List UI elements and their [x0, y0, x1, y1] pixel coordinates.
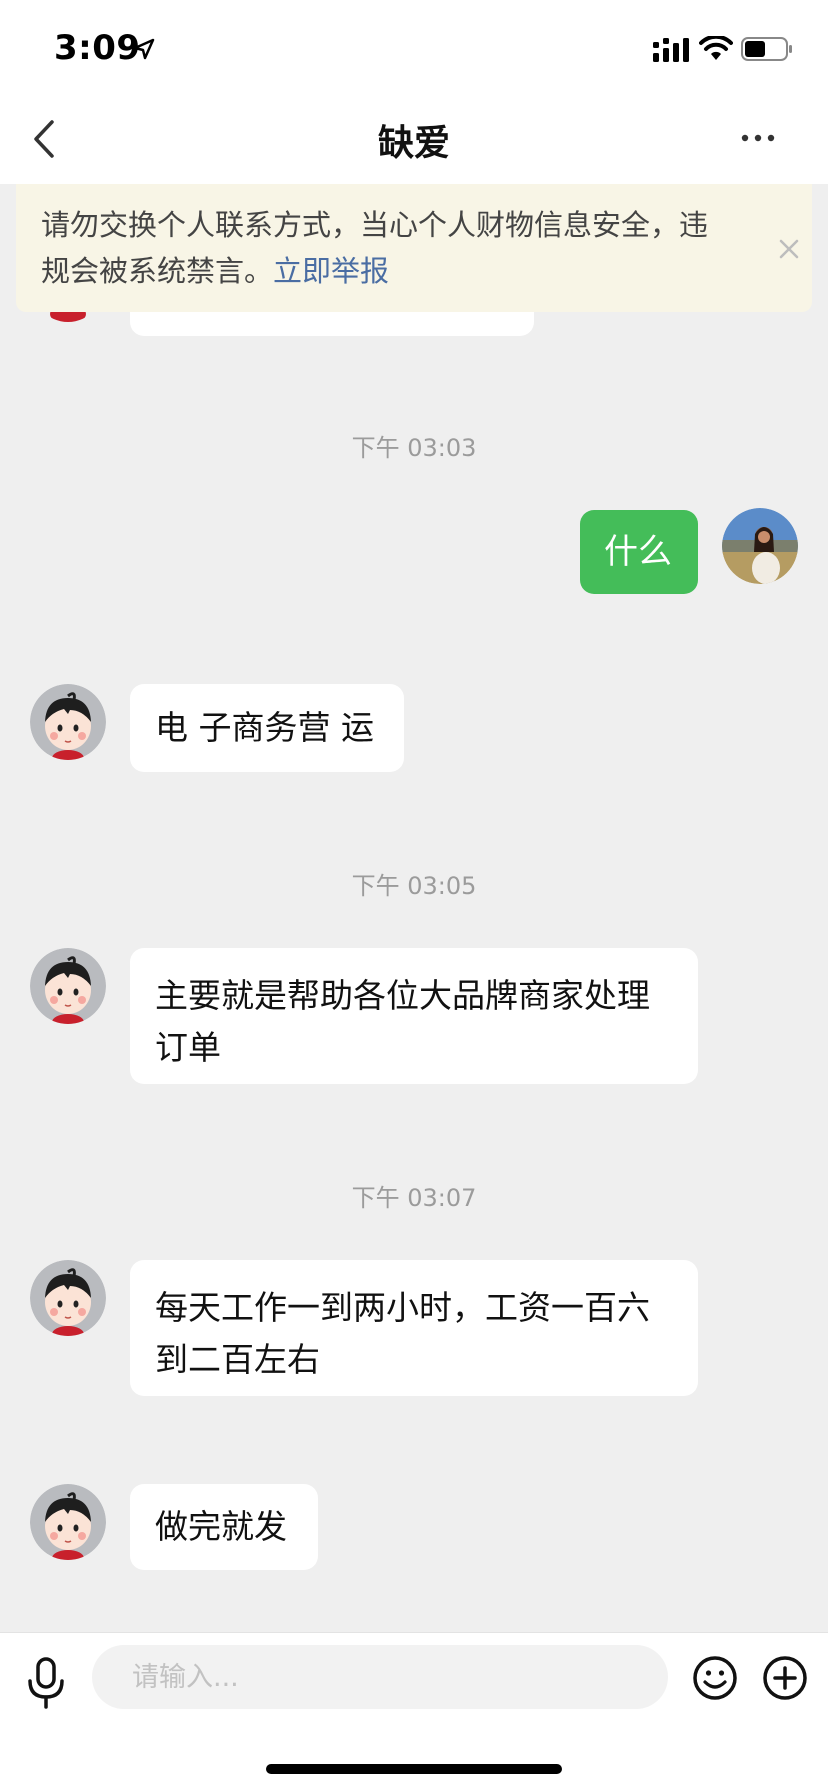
location-arrow-icon [133, 38, 155, 60]
wifi-icon [699, 36, 733, 60]
incoming-message-bubble[interactable]: 每天工作一到两小时，工资一百六到二百左右 [130, 1260, 698, 1396]
incoming-message-bubble[interactable]: 电 子商务营 运 [130, 684, 404, 772]
close-icon[interactable] [772, 232, 806, 266]
page-title: 缺爱 [377, 123, 450, 164]
message-timestamp: 下午 03:03 [351, 434, 477, 462]
outgoing-message-bubble[interactable]: 什么 [580, 510, 698, 594]
more-icon[interactable] [740, 126, 776, 150]
incoming-message-bubble[interactable]: 主要就是帮助各位大品牌商家处理订单 [130, 948, 698, 1084]
message-input[interactable] [92, 1645, 668, 1709]
safety-warning-banner: 请勿交换个人联系方式，当心个人财物信息安全，违规会被系统禁言。立即举报 [16, 184, 812, 312]
message-timestamp: 下午 03:05 [351, 872, 477, 900]
signal-icon [653, 38, 689, 62]
home-indicator[interactable] [266, 1764, 562, 1774]
plus-icon[interactable] [762, 1655, 808, 1701]
status-bar: 3:09 [0, 0, 828, 96]
contact-avatar[interactable] [30, 948, 106, 1024]
chat-screen: 3:09 缺爱 请勿交换个人联系方式，当心个人财物信息安全，违规会被系统禁言。立… [0, 0, 828, 1792]
incoming-message-bubble[interactable]: 做完就发 [130, 1484, 318, 1570]
my-avatar[interactable] [722, 508, 798, 584]
contact-avatar[interactable] [30, 1484, 106, 1560]
nav-bar: 缺爱 [0, 96, 828, 184]
contact-avatar[interactable] [30, 1260, 106, 1336]
report-link[interactable]: 立即举报 [273, 254, 389, 288]
status-time: 3:09 [54, 28, 141, 68]
battery-icon [741, 37, 792, 61]
message-timestamp: 下午 03:07 [351, 1184, 477, 1212]
banner-text: 请勿交换个人联系方式，当心个人财物信息安全，违规会被系统禁言。立即举报 [41, 208, 709, 288]
contact-avatar[interactable] [30, 684, 106, 760]
emoji-icon[interactable] [692, 1655, 738, 1701]
microphone-icon[interactable] [26, 1657, 66, 1709]
